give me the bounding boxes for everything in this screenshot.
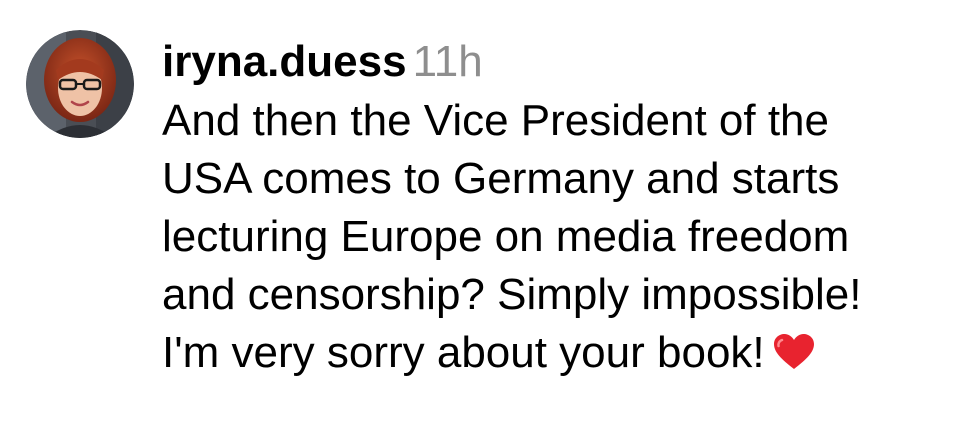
red-heart-icon [773,334,814,369]
comment-text-line: lecturing Europe on media freedom [162,212,850,261]
avatar[interactable] [26,30,134,138]
comment-text-line: And then the Vice President of the [162,96,829,145]
comment-text-line-text: I'm very sorry about your book! [162,328,765,377]
comment-content: iryna.duess 11h And then the Vice Preside… [162,36,962,382]
comment-timestamp[interactable]: 11h [413,37,483,86]
username-link[interactable]: iryna.duess [162,37,407,86]
comment-text-line: USA comes to Germany and starts [162,154,840,203]
comment-text: And then the Vice President of the USA c… [162,92,962,382]
comment-text-line: and censorship? Simply impossible! [162,270,862,319]
comment-header: iryna.duess 11h [162,36,962,88]
comment-text-line-last: I'm very sorry about your book! [162,324,962,382]
